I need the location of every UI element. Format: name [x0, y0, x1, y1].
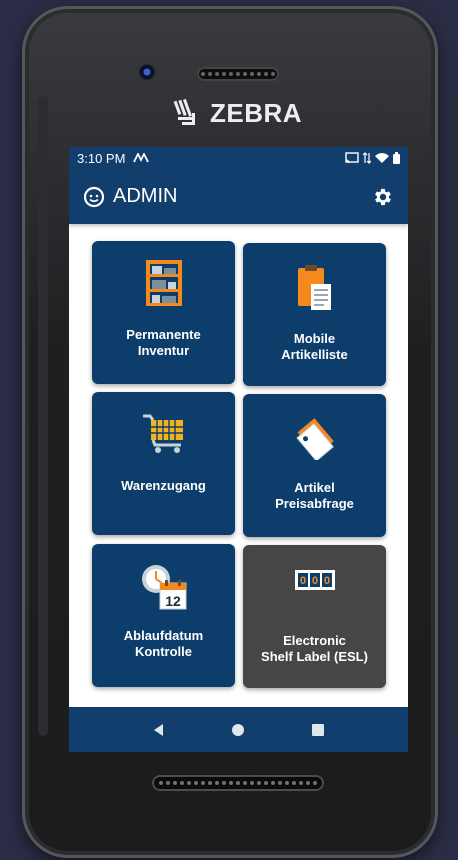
status-time: 3:10 PM: [77, 150, 126, 166]
recents-icon[interactable]: [311, 723, 325, 737]
bottom-speaker-grille: [152, 775, 324, 791]
zebra-logo: ZEBRA: [172, 95, 302, 131]
wifi-icon: [375, 153, 389, 163]
tile-permanente-inventur[interactable]: Permanente Inventur: [92, 241, 235, 384]
svg-text:0: 0: [299, 575, 305, 587]
earpiece-grille: [197, 67, 279, 81]
app-notification-icon: [133, 153, 150, 163]
tile-label: Electronic Shelf Label (ESL): [261, 633, 368, 664]
tile-label: Ablaufdatum Kontrolle: [123, 628, 204, 659]
tile-electronic-shelf-label[interactable]: 0 0 0 Electronic Shelf Label (ESL): [243, 545, 386, 688]
zebra-head-icon: [173, 98, 195, 125]
back-icon[interactable]: [152, 723, 166, 737]
page-title: ADMIN: [113, 185, 178, 207]
cast-icon: [345, 152, 359, 164]
device-screen: 3:10 PM ADMIN Permanente Inventur Mobile…: [69, 147, 408, 752]
calendar-day-text: 12: [165, 593, 181, 609]
tile-label: Artikel Preisabfrage: [275, 480, 354, 511]
bumper-left: [38, 96, 48, 736]
home-icon[interactable]: [231, 723, 245, 737]
settings-gear-icon[interactable]: [372, 186, 394, 208]
tile-ablaufdatum-kontrolle[interactable]: 12 Ablaufdatum Kontrolle: [92, 544, 235, 687]
tile-mobile-artikelliste[interactable]: Mobile Artikelliste: [243, 243, 386, 386]
status-bar: 3:10 PM: [69, 147, 408, 169]
svg-text:0: 0: [311, 575, 317, 587]
clipboard-icon: [297, 265, 331, 310]
esl-display-icon: 0 0 0: [294, 570, 335, 590]
navigation-bar: [69, 707, 408, 752]
price-tag-icon: [295, 418, 334, 460]
brand-name: ZEBRA: [210, 97, 303, 128]
tile-warenzugang[interactable]: Warenzugang: [92, 392, 235, 535]
battery-icon: [393, 152, 400, 164]
shopping-cart-icon: [142, 414, 183, 453]
tile-artikel-preisabfrage[interactable]: Artikel Preisabfrage: [243, 394, 386, 537]
svg-text:0: 0: [323, 575, 329, 587]
shelf-icon: [145, 260, 182, 306]
data-transfer-icon: [363, 152, 371, 164]
bumper-right: [454, 96, 458, 736]
app-bar: ADMIN: [69, 169, 408, 224]
tile-label: Warenzugang: [121, 478, 206, 493]
front-camera: [138, 64, 158, 84]
tile-label: Permanente Inventur: [126, 327, 201, 358]
admin-avatar-icon: [83, 186, 105, 207]
clock-calendar-icon: 12: [141, 565, 186, 610]
tile-label: Mobile Artikelliste: [281, 331, 348, 362]
tile-grid: Permanente Inventur Mobile Artikelliste: [69, 224, 408, 752]
